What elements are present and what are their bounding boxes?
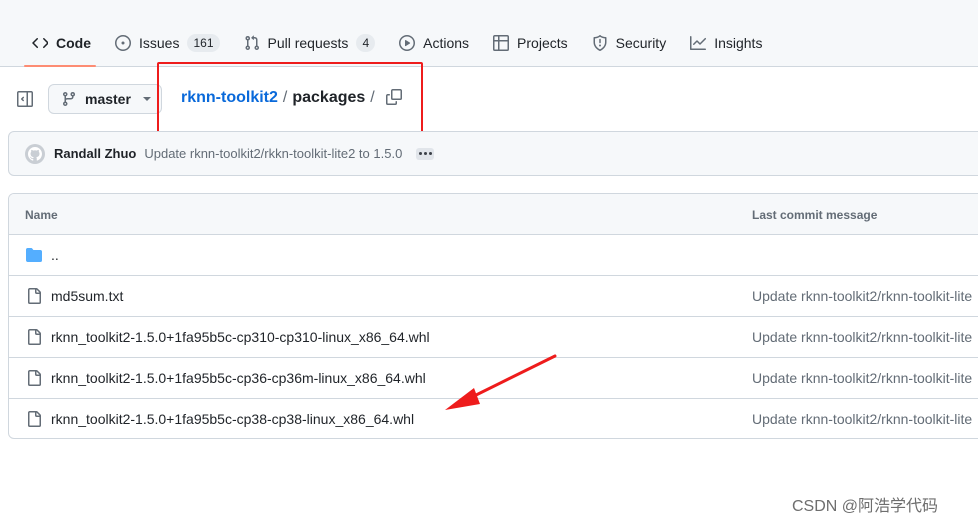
breadcrumb-current-dir: packages xyxy=(292,89,366,106)
file-icon xyxy=(26,370,42,386)
tab-label: Projects xyxy=(517,35,568,51)
play-icon xyxy=(399,35,416,51)
avatar[interactable] xyxy=(25,143,45,164)
folder-icon xyxy=(26,247,42,263)
file-table: Name Last commit message .. md5sum.txt U… xyxy=(8,193,978,439)
breadcrumb-repo-link[interactable]: rknn-toolkit2 xyxy=(181,89,278,107)
tab-security[interactable]: Security xyxy=(584,26,675,60)
table-row[interactable]: rknn_toolkit2-1.5.0+1fa95b5c-cp36-cp36m-… xyxy=(9,358,978,399)
file-name-link[interactable]: rknn_toolkit2-1.5.0+1fa95b5c-cp38-cp38-l… xyxy=(51,411,414,427)
tab-code[interactable]: Code xyxy=(24,26,99,60)
file-commit-message[interactable]: Update rknn-toolkit2/rknn-toolkit-lite xyxy=(752,288,972,304)
repo-tabs: Code Issues 161 Pull requests 4 Actions … xyxy=(24,26,778,67)
tab-projects[interactable]: Projects xyxy=(485,26,576,60)
column-header-last-commit-message: Last commit message xyxy=(752,208,878,222)
copy-path-button[interactable] xyxy=(384,87,404,107)
table-row[interactable]: md5sum.txt Update rknn-toolkit2/rknn-too… xyxy=(9,276,978,317)
tab-pull-requests[interactable]: Pull requests 4 xyxy=(236,26,384,60)
tab-label: Actions xyxy=(423,35,470,51)
watermark-text: CSDN @阿浩学代码 xyxy=(792,498,939,515)
copy-icon xyxy=(386,89,402,105)
file-commit-message[interactable]: Update rknn-toolkit2/rknn-toolkit-lite xyxy=(752,370,972,386)
breadcrumb-separator: / xyxy=(282,89,288,106)
file-name-link[interactable]: rknn_toolkit2-1.5.0+1fa95b5c-cp36-cp36m-… xyxy=(51,370,426,386)
file-commit-message[interactable]: Update rknn-toolkit2/rknn-toolkit-lite xyxy=(752,411,972,427)
file-icon xyxy=(26,329,42,345)
pull-requests-count-badge: 4 xyxy=(356,34,376,52)
table-row[interactable]: rknn_toolkit2-1.5.0+1fa95b5c-cp310-cp310… xyxy=(9,317,978,358)
shield-icon xyxy=(593,35,607,51)
git-branch-icon xyxy=(63,91,75,107)
file-name-link[interactable]: md5sum.txt xyxy=(51,288,123,304)
breadcrumb: rknn-toolkit2 / packages / xyxy=(181,87,380,109)
file-icon xyxy=(26,411,42,427)
table-header: Name Last commit message xyxy=(9,194,978,235)
column-header-name: Name xyxy=(25,208,58,222)
issues-count-badge: 161 xyxy=(187,34,220,52)
table-row-parent-dir[interactable]: .. xyxy=(9,235,978,276)
github-mark-icon xyxy=(28,146,42,161)
commit-message-link[interactable]: Update rknn-toolkit2/rkkn-toolkit-lite2 … xyxy=(144,146,402,161)
tab-label: Pull requests xyxy=(267,35,349,51)
table-row[interactable]: rknn_toolkit2-1.5.0+1fa95b5c-cp38-cp38-l… xyxy=(9,399,978,438)
caret-down-icon xyxy=(143,97,151,101)
tab-label: Code xyxy=(56,35,91,51)
sidebar-expand-icon xyxy=(17,91,33,107)
expand-commit-message-button[interactable] xyxy=(416,147,435,160)
sidebar-toggle-button[interactable] xyxy=(14,88,36,110)
table-icon xyxy=(493,35,510,51)
file-icon xyxy=(26,288,42,304)
code-icon xyxy=(32,38,48,49)
graph-icon xyxy=(690,36,707,50)
latest-commit-bar: Randall Zhuo Update rknn-toolkit2/rkkn-t… xyxy=(8,131,978,176)
issue-icon xyxy=(115,35,131,51)
tab-label: Security xyxy=(615,35,667,51)
breadcrumb-separator: / xyxy=(370,89,375,106)
active-tab-underline xyxy=(24,65,96,67)
file-commit-message[interactable]: Update rknn-toolkit2/rknn-toolkit-lite xyxy=(752,329,972,345)
tab-label: Insights xyxy=(714,35,763,51)
commit-author-link[interactable]: Randall Zhuo xyxy=(54,146,136,161)
tab-issues[interactable]: Issues 161 xyxy=(107,26,228,60)
pull-request-icon xyxy=(245,35,259,51)
file-name-link[interactable]: .. xyxy=(51,247,59,263)
file-name-link[interactable]: rknn_toolkit2-1.5.0+1fa95b5c-cp310-cp310… xyxy=(51,329,430,345)
tab-actions[interactable]: Actions xyxy=(391,26,477,60)
branch-name: master xyxy=(85,91,131,107)
repo-nav: Code Issues 161 Pull requests 4 Actions … xyxy=(0,0,978,67)
tab-insights[interactable]: Insights xyxy=(682,26,770,60)
tab-label: Issues xyxy=(139,35,180,51)
branch-select-button[interactable]: master xyxy=(48,84,162,114)
